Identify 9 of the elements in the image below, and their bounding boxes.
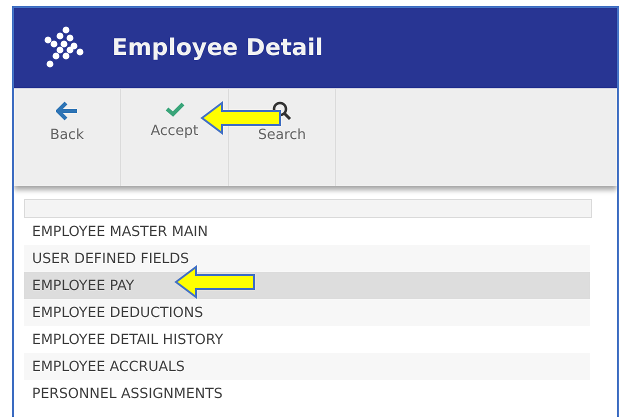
list-item[interactable]: EMPLOYEE ACCRUALS [24, 353, 590, 380]
list-item[interactable]: EMPLOYEE DEDUCTIONS [24, 299, 590, 326]
window-title: Employee Detail [112, 35, 323, 61]
back-arrow-icon [56, 101, 78, 121]
checkmark-icon [164, 101, 184, 117]
list-item[interactable]: EMPLOYEE PAY [24, 272, 590, 299]
list-item[interactable]: USER DEFINED FIELDS [24, 245, 590, 272]
back-button[interactable]: Back [14, 89, 121, 186]
search-icon [272, 101, 292, 121]
